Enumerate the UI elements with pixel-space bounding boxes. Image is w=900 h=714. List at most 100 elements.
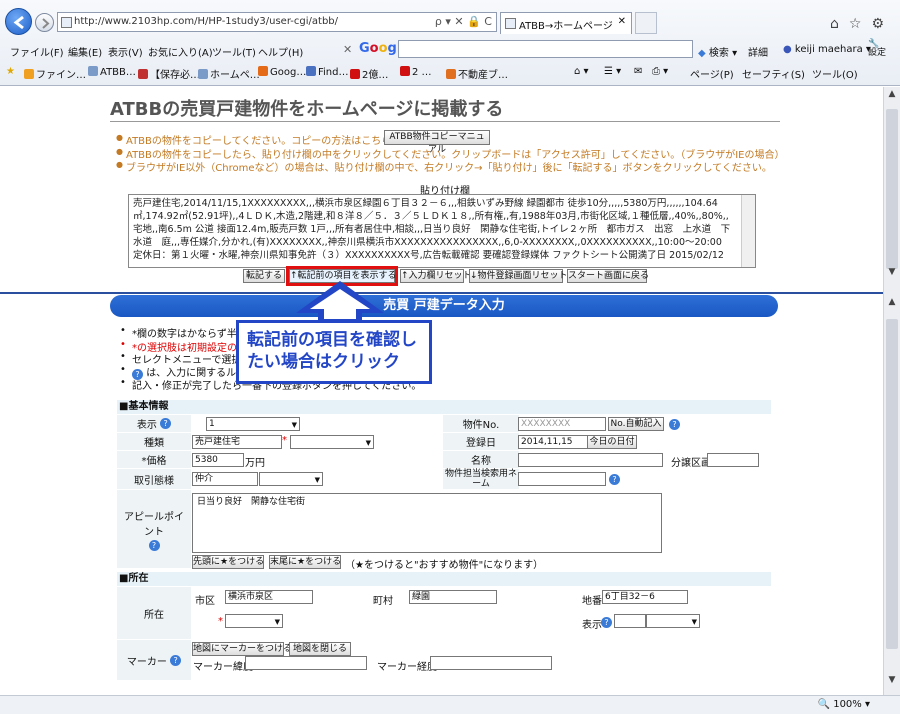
price-unit: 万円 <box>245 458 265 469</box>
reset-input-button[interactable]: ↑入力欄リセット <box>400 269 472 283</box>
scroll-thumb[interactable] <box>886 109 898 269</box>
tab-close-icon[interactable]: ✕ <box>618 16 626 27</box>
deal-field[interactable]: 仲介 <box>192 472 258 486</box>
help-icon[interactable]: ? <box>170 654 182 666</box>
paste-scrollbar[interactable] <box>741 195 755 267</box>
google-search-button[interactable]: ◆ 検索 ▾ <box>698 44 737 59</box>
fav-item-3[interactable]: 【保存必… <box>138 66 200 81</box>
paste-textarea[interactable]: 売戸建住宅,2014/11/15,1XXXXXXXXX,,,横浜市泉区緑園６丁目… <box>128 194 756 268</box>
address-tools-icons[interactable]: ρ ▾ ✕ 🔒 C <box>435 15 492 28</box>
deal-select[interactable] <box>259 472 323 486</box>
menu-edit[interactable]: 編集(E) <box>68 44 102 59</box>
help-icon[interactable]: ? <box>669 419 680 430</box>
display2-field[interactable] <box>614 614 646 628</box>
menu-help[interactable]: ヘルプ(H) <box>258 44 303 59</box>
fav-item-5[interactable]: Goog… <box>258 66 306 78</box>
display-label: 表示 ? <box>117 415 191 432</box>
vertical-scrollbar[interactable]: ▲ ▼ ▲ ▼ <box>883 87 900 695</box>
google-search-input[interactable] <box>398 40 693 58</box>
menu-page[interactable]: ページ(P) <box>690 66 734 81</box>
fav-item-4[interactable]: ホームペ… <box>198 66 260 81</box>
lat-field[interactable] <box>245 656 367 670</box>
help-icon[interactable]: ? <box>601 617 612 628</box>
star-front-button[interactable]: 先頭に★をつける <box>192 555 264 569</box>
type-select[interactable] <box>290 435 374 449</box>
scroll-down-icon-2[interactable]: ▼ <box>885 675 899 691</box>
menu-view[interactable]: 表示(V) <box>108 44 143 59</box>
new-tab-button[interactable] <box>635 12 657 34</box>
scroll-up-icon-2[interactable]: ▲ <box>885 297 899 313</box>
lot-field[interactable] <box>707 453 759 467</box>
staff-field[interactable] <box>518 472 606 486</box>
display-select[interactable]: 1 <box>206 417 300 431</box>
copy-manual-button[interactable]: ATBB物件コピーマニュアル <box>384 130 490 155</box>
menu-tools[interactable]: ツール(T) <box>212 44 256 59</box>
scroll-down-icon[interactable]: ▼ <box>885 267 899 283</box>
mail-icon[interactable]: ✉ <box>634 66 642 77</box>
location-select[interactable] <box>225 614 283 628</box>
city-field[interactable]: 横浜市泉区 <box>225 590 313 604</box>
close-map-button[interactable]: 地図を閉じる <box>289 642 351 656</box>
google-search-label: 検索 <box>708 48 729 59</box>
bukken-no-label: 物件No. <box>443 415 519 432</box>
display2-select[interactable] <box>646 614 700 628</box>
zoom-level: 100% <box>833 699 862 710</box>
today-button[interactable]: 今日の日付 <box>587 435 637 449</box>
type-field[interactable]: 売戸建住宅 <box>192 435 282 449</box>
menu-favorites[interactable]: お気に入り(A) <box>148 44 213 59</box>
scroll-thumb-2[interactable] <box>886 319 898 649</box>
price-field[interactable]: 5380 <box>192 453 244 467</box>
bukken-no-field[interactable]: XXXXXXXX <box>518 417 606 431</box>
chiban-label: 地番 <box>582 596 602 607</box>
zoom-control[interactable]: 🔍 100% ▾ <box>818 699 870 710</box>
fav-item-1[interactable]: ファイン… <box>24 66 86 81</box>
tab-title: ATBB→ホームページ <box>519 21 613 32</box>
reset-register-button[interactable]: ↓物件登録画面リセット <box>469 269 568 283</box>
fav-item-7[interactable]: 2億… <box>350 66 388 81</box>
home-command-icon[interactable]: ⌂ ▾ <box>574 66 589 77</box>
toolbar-close-icon[interactable]: ✕ <box>343 43 352 56</box>
fav-item-2[interactable]: ATBB… <box>88 66 136 78</box>
google-user-menu[interactable]: ● keiji maehara ▾ <box>783 44 871 55</box>
add-favorites-star-icon[interactable]: ★ <box>6 66 15 77</box>
transfer-button[interactable]: 転記する <box>243 269 285 283</box>
help-icon[interactable]: ? <box>160 418 172 429</box>
menu-file[interactable]: ファイル(F) <box>10 44 64 59</box>
print-icon[interactable]: ⎙ ▾ <box>652 66 668 77</box>
reg-date-field[interactable]: 2014,11,15 <box>518 435 588 449</box>
address-bar[interactable]: http://www.2103hp.com/H/HP-1study3/user-… <box>57 12 497 32</box>
back-to-start-button[interactable]: スタート画面に戻る <box>567 269 649 283</box>
tab-favicon <box>505 18 516 29</box>
map-marker-button[interactable]: 地図にマーカーをつける <box>192 642 292 656</box>
frame-divider[interactable] <box>0 292 883 294</box>
fav-item-8[interactable]: 2 … <box>400 66 432 78</box>
wrench-settings-button[interactable]: 🔧 設定 <box>868 40 886 58</box>
tab-atbb[interactable]: ATBB→ホームページ ✕ <box>500 12 632 34</box>
fav-item-6[interactable]: Find… <box>306 66 349 78</box>
back-arrow-icon <box>13 15 24 30</box>
help-icon[interactable]: ? <box>609 474 620 485</box>
town-field[interactable]: 緑園 <box>409 590 497 604</box>
menu-safety[interactable]: セーフティ(S) <box>742 66 805 81</box>
town-label: 町村 <box>373 596 393 607</box>
forward-button[interactable] <box>35 13 54 32</box>
page-title: ATBBの売買戸建物件をホームページに掲載する <box>110 99 504 120</box>
favorites-star-icon: ☆ <box>848 16 872 32</box>
city-label: 市区 <box>195 596 215 607</box>
auto-number-button[interactable]: No.自動記入 <box>608 417 664 431</box>
lng-field[interactable] <box>430 656 552 670</box>
chiban-field[interactable]: 6丁目32－6 <box>602 590 688 604</box>
callout-arrow-icon <box>296 281 384 323</box>
star-end-button[interactable]: 末尾に★をつける <box>269 555 341 569</box>
google-more-button[interactable]: 詳細 <box>748 44 768 59</box>
menu-tools-cmd[interactable]: ツール(O) <box>812 66 858 81</box>
name-field[interactable] <box>518 453 663 467</box>
appeal-textarea[interactable]: 日当り良好 閑静な住宅街 <box>192 493 662 553</box>
back-button[interactable] <box>5 8 32 35</box>
scroll-up-icon[interactable]: ▲ <box>885 89 899 105</box>
status-bar: 🔍 100% ▾ <box>0 695 900 714</box>
feeds-icon[interactable]: ☰ ▾ <box>604 66 621 77</box>
window-controls[interactable]: ⌂☆⚙ <box>830 16 894 32</box>
help-icon[interactable]: ? <box>148 539 160 551</box>
fav-item-9[interactable]: 不動産ブ… <box>446 66 508 81</box>
